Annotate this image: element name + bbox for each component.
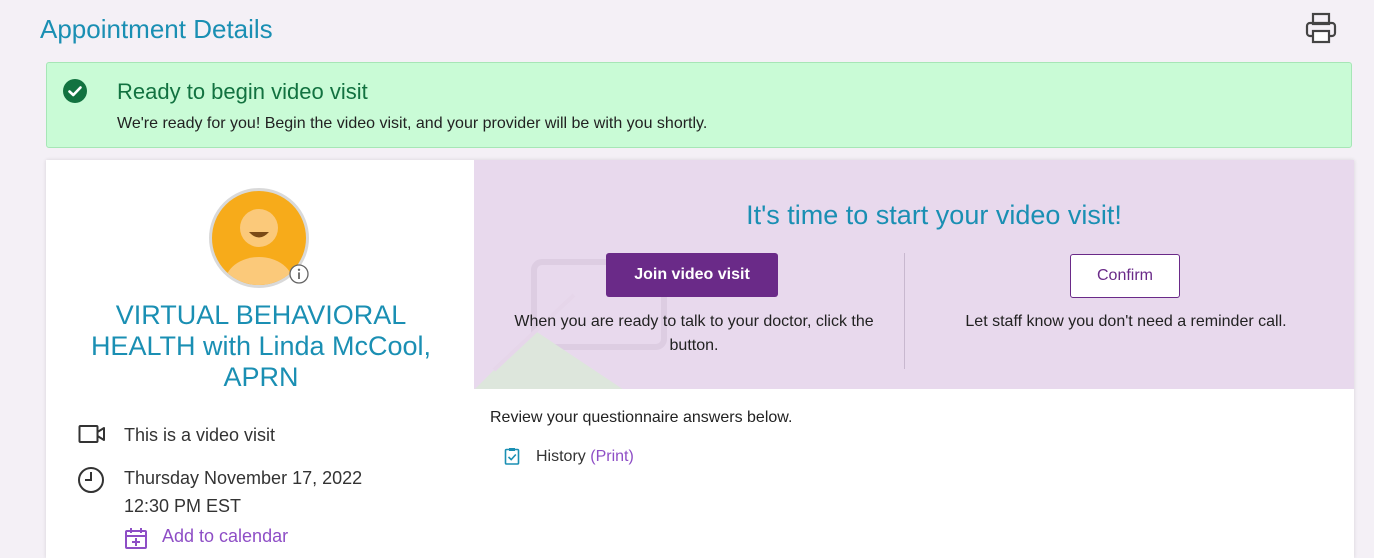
- info-icon[interactable]: [289, 264, 309, 284]
- printer-icon[interactable]: [1303, 10, 1339, 46]
- confirm-description: Let staff know you don't need a reminder…: [965, 313, 1287, 330]
- questionnaire-panel: Review your questionnaire answers below.…: [474, 389, 1354, 558]
- appointment-card: VIRTUAL BEHAVIORAL HEALTH with Linda McC…: [46, 160, 1354, 558]
- questionnaire-item-label: History: [536, 448, 586, 465]
- alert-title: Ready to begin video visit: [117, 79, 368, 104]
- provider-name: VIRTUAL BEHAVIORAL HEALTH with Linda McC…: [90, 300, 432, 392]
- join-video-visit-button[interactable]: Join video visit: [606, 253, 778, 297]
- questionnaire-print-link[interactable]: (Print): [590, 448, 634, 465]
- questionnaire-intro: Review your questionnaire answers below.: [490, 409, 793, 426]
- add-to-calendar-link[interactable]: Add to calendar: [162, 526, 288, 547]
- clock-icon: [78, 467, 104, 493]
- confirm-button[interactable]: Confirm: [1070, 254, 1180, 298]
- computer-illustration-icon: [475, 259, 667, 389]
- start-visit-panel: It's time to start your video visit! Joi…: [474, 160, 1354, 389]
- clipboard-check-icon: [504, 448, 520, 465]
- visit-date: Thursday November 17, 2022: [124, 468, 363, 488]
- status-alert: Ready to begin video visit We're ready f…: [46, 62, 1352, 148]
- start-visit-heading: It's time to start your video visit!: [746, 200, 1122, 230]
- join-description: When you are ready to talk to your docto…: [514, 313, 874, 354]
- provider-panel: VIRTUAL BEHAVIORAL HEALTH with Linda McC…: [46, 160, 474, 558]
- alert-message: We're ready for you! Begin the video vis…: [117, 115, 708, 132]
- visit-type-text: This is a video visit: [124, 425, 276, 445]
- questionnaire-item: History (Print): [536, 448, 634, 466]
- visit-time: 12:30 PM EST: [124, 496, 242, 516]
- video-camera-icon: [78, 425, 105, 443]
- divider: [904, 253, 905, 369]
- calendar-add-icon[interactable]: [124, 527, 148, 549]
- check-circle-icon: [63, 79, 87, 103]
- page-title: Appointment Details: [40, 14, 273, 44]
